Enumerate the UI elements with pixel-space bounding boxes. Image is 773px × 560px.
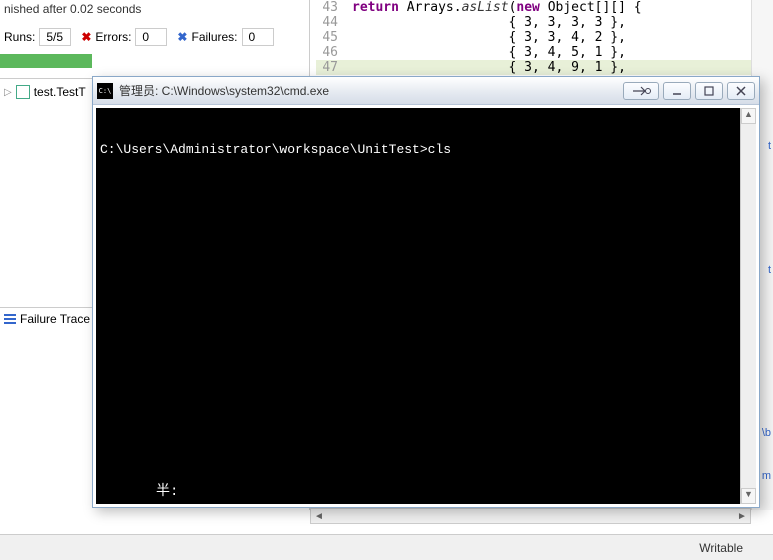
- status-writable: Writable: [699, 541, 743, 555]
- editor-horizontal-scrollbar[interactable]: ◄ ►: [310, 508, 751, 524]
- close-icon: [736, 86, 746, 96]
- cmd-console[interactable]: C:\Users\Administrator\workspace\UnitTes…: [96, 108, 740, 504]
- line-number: 44: [316, 15, 338, 30]
- minimize-icon: [672, 86, 682, 96]
- code-text: { 3, 4, 5, 1 },: [352, 45, 626, 60]
- code-text: return Arrays.asList(new Object[][] {: [352, 0, 642, 15]
- scroll-up-icon[interactable]: ▲: [741, 108, 756, 124]
- cmd-body: C:\Users\Administrator\workspace\UnitTes…: [93, 105, 759, 507]
- code-text: { 3, 3, 4, 2 },: [352, 30, 626, 45]
- help-arrow-icon: [631, 86, 651, 96]
- junit-test-icon: [16, 85, 30, 99]
- junit-stats-row: Runs: 5/5 ✖ Errors: 0 ✖ Failures: 0: [0, 18, 309, 54]
- scroll-right-icon[interactable]: ►: [734, 511, 750, 522]
- status-bar: Writable: [0, 534, 773, 560]
- ime-indicator: 半:: [156, 480, 178, 500]
- failures-label: Failures:: [191, 30, 237, 44]
- failure-icon: ✖: [177, 30, 187, 44]
- errors-value: 0: [135, 28, 167, 46]
- tree-expand-icon[interactable]: ▷: [4, 87, 12, 98]
- code-text: { 3, 3, 3, 3 },: [352, 15, 626, 30]
- ruler-marker: \b: [762, 427, 771, 439]
- code-line: 46 { 3, 4, 5, 1 },: [316, 45, 773, 60]
- scroll-down-icon[interactable]: ▼: [741, 488, 756, 504]
- code-line: 44 { 3, 3, 3, 3 },: [316, 15, 773, 30]
- runs-stat: Runs: 5/5: [4, 28, 71, 46]
- cmd-prompt-line: C:\Users\Administrator\workspace\UnitTes…: [100, 142, 736, 157]
- runs-value: 5/5: [39, 28, 71, 46]
- errors-stat: ✖ Errors: 0: [81, 28, 167, 46]
- code-line: 43 return Arrays.asList(new Object[][] {: [316, 0, 773, 15]
- cmd-window[interactable]: C:\ 管理员: C:\Windows\system32\cmd.exe C:\…: [92, 76, 760, 508]
- code-line: 45 { 3, 3, 4, 2 },: [316, 30, 773, 45]
- runs-label: Runs:: [4, 30, 35, 44]
- maximize-icon: [704, 86, 714, 96]
- line-number: 46: [316, 45, 338, 60]
- failure-trace-icon: [4, 314, 16, 324]
- junit-progress-bar: [0, 54, 92, 68]
- ruler-marker: t: [768, 140, 771, 152]
- minimize-button[interactable]: [663, 82, 691, 100]
- cmd-titlebar[interactable]: C:\ 管理员: C:\Windows\system32\cmd.exe: [93, 77, 759, 105]
- failure-trace-label: Failure Trace: [20, 312, 90, 326]
- line-number: 47: [316, 60, 338, 75]
- line-number: 43: [316, 0, 338, 15]
- cmd-vertical-scrollbar[interactable]: ▲ ▼: [740, 108, 756, 504]
- line-number: 45: [316, 30, 338, 45]
- code-line-current: 47 { 3, 4, 9, 1 },: [316, 60, 773, 75]
- cmd-window-title: 管理员: C:\Windows\system32\cmd.exe: [119, 82, 617, 99]
- failures-value: 0: [242, 28, 274, 46]
- ruler-marker: m: [762, 470, 771, 482]
- ruler-marker: t: [768, 264, 771, 276]
- window-buttons: [623, 82, 755, 100]
- code-editor[interactable]: 43return Arrays.asList(new Object[][] { …: [310, 0, 773, 75]
- cmd-app-icon: C:\: [97, 83, 113, 99]
- maximize-button[interactable]: [695, 82, 723, 100]
- junit-finished-label: nished after 0.02 seconds: [0, 0, 309, 18]
- help-button[interactable]: [623, 82, 659, 100]
- close-button[interactable]: [727, 82, 755, 100]
- failures-stat: ✖ Failures: 0: [177, 28, 273, 46]
- test-tree-label: test.TestT: [34, 85, 86, 99]
- scroll-left-icon[interactable]: ◄: [311, 511, 327, 522]
- errors-label: Errors:: [95, 30, 131, 44]
- code-text: { 3, 4, 9, 1 },: [352, 60, 626, 75]
- error-icon: ✖: [81, 30, 91, 44]
